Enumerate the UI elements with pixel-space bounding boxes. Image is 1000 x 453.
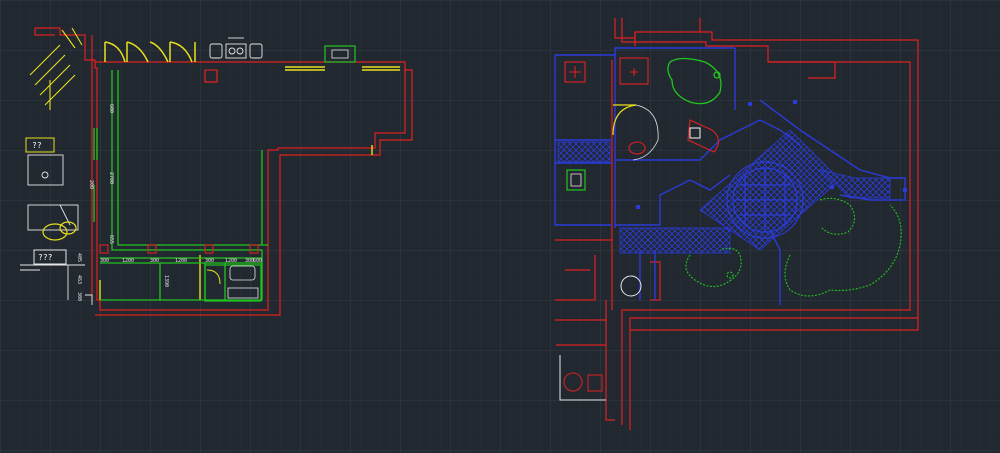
dim-text: 1200 bbox=[122, 258, 134, 264]
dim-text: 300 bbox=[205, 258, 214, 264]
dim-text: 1390 bbox=[163, 275, 169, 287]
dim-text: 300 bbox=[76, 292, 82, 301]
dim-text: 463 bbox=[76, 275, 82, 284]
dim-text: 300 bbox=[150, 258, 159, 264]
dim-text: 655 bbox=[108, 235, 114, 244]
dim-text: 300 bbox=[100, 258, 109, 264]
label-text-1: ?? bbox=[32, 141, 42, 150]
dim-text: 1200 bbox=[175, 258, 187, 264]
dim-text: 600 bbox=[253, 258, 262, 264]
dim-text: 200 bbox=[88, 180, 94, 189]
label-text-2: ??? bbox=[38, 253, 53, 262]
grid-background bbox=[0, 0, 1000, 453]
cad-viewport[interactable]: ?? ??? 300 1200 300 1200 300 1200 300 60… bbox=[0, 0, 1000, 453]
dim-text: 1200 bbox=[225, 258, 237, 264]
dim-text: 405 bbox=[76, 253, 82, 262]
dim-text: 600 bbox=[108, 104, 114, 113]
dim-text: 2700 bbox=[108, 172, 114, 184]
central-circle-feature bbox=[726, 161, 804, 239]
